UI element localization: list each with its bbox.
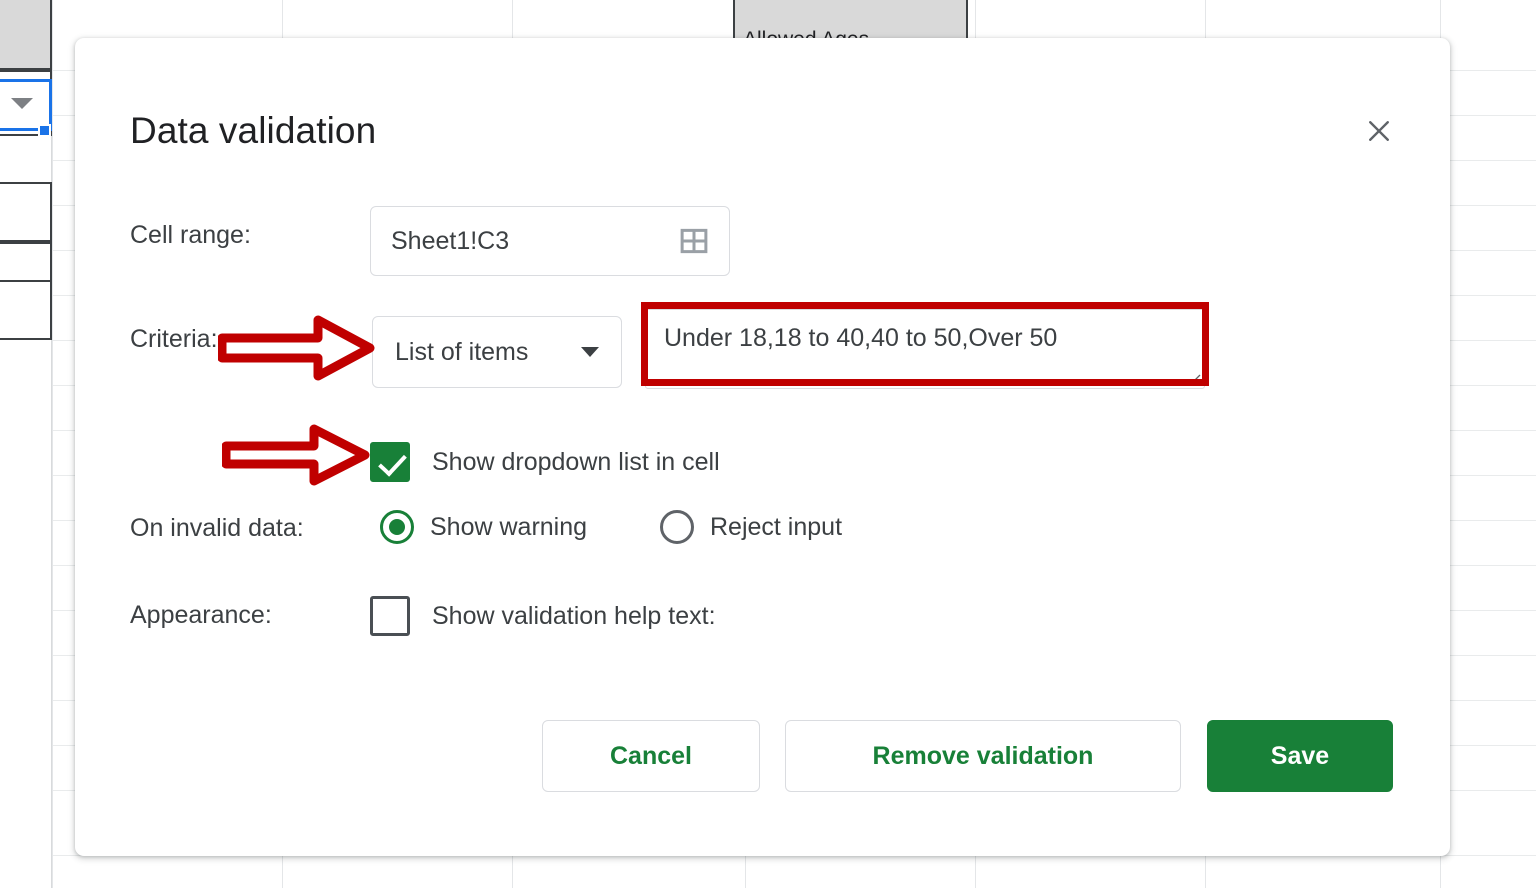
criteria-type-value: List of items — [395, 338, 528, 367]
show-help-text-label: Show validation help text: — [432, 602, 716, 631]
criteria-type-dropdown[interactable]: List of items — [372, 316, 622, 388]
show-dropdown-row: Show dropdown list in cell — [370, 442, 720, 482]
criteria-values-textarea[interactable]: Under 18,18 to 40,40 to 50,Over 50 — [645, 309, 1205, 389]
close-button[interactable] — [1356, 108, 1402, 154]
close-icon — [1364, 116, 1394, 146]
radio-show-warning-label: Show warning — [430, 513, 587, 542]
radio-reject-input-label: Reject input — [710, 513, 842, 542]
show-dropdown-label: Show dropdown list in cell — [432, 448, 720, 477]
grid-table-icon[interactable] — [679, 226, 709, 256]
cell-range-label: Cell range: — [130, 221, 251, 250]
radio-show-warning[interactable]: Show warning — [380, 510, 587, 544]
radio-reject-input-dot[interactable] — [660, 510, 694, 544]
criteria-label: Criteria: — [130, 325, 218, 354]
cancel-button[interactable]: Cancel — [542, 720, 760, 792]
screen: Allowed Ages Data validation Cell range:… — [0, 0, 1536, 888]
save-button[interactable]: Save — [1207, 720, 1393, 792]
sheet-cell[interactable] — [0, 182, 52, 242]
resize-grip-icon[interactable] — [1185, 370, 1201, 386]
show-dropdown-checkbox[interactable] — [370, 442, 410, 482]
page-title: Data validation — [130, 110, 376, 152]
grid-col-line — [52, 0, 53, 888]
selection-fill-handle[interactable] — [38, 124, 51, 137]
remove-validation-button[interactable]: Remove validation — [785, 720, 1181, 792]
chevron-down-icon — [581, 347, 599, 357]
criteria-values-text: Under 18,18 to 40,40 to 50,Over 50 — [664, 324, 1186, 353]
sheet-cell[interactable] — [0, 280, 52, 340]
cell-range-input[interactable]: Sheet1!C3 — [370, 206, 730, 276]
column-header-cell[interactable] — [0, 0, 52, 70]
appearance-row: Show validation help text: — [370, 596, 716, 636]
show-help-text-checkbox[interactable] — [370, 596, 410, 636]
appearance-label: Appearance: — [130, 601, 272, 630]
data-validation-dialog: Data validation Cell range: Sheet1!C3 Cr… — [75, 38, 1450, 856]
radio-reject-input[interactable]: Reject input — [660, 510, 842, 544]
radio-show-warning-dot[interactable] — [380, 510, 414, 544]
caret-down-icon[interactable] — [11, 98, 33, 109]
cell-range-value: Sheet1!C3 — [391, 227, 679, 256]
on-invalid-data-label: On invalid data: — [130, 514, 304, 543]
